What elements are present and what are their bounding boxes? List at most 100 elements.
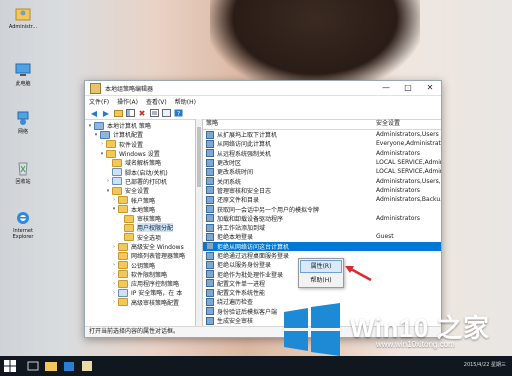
group-policy-task-icon[interactable]	[80, 359, 94, 373]
tree-node[interactable]: › 公钥策略	[85, 260, 195, 270]
expand-chevron-icon[interactable]: ›	[99, 141, 105, 147]
tree-node[interactable]: 网络列表管理器策略	[85, 251, 195, 260]
table-row[interactable]: 将工作站添加到域	[203, 223, 441, 232]
expand-chevron-icon[interactable]: ›	[111, 244, 117, 250]
file-explorer-icon[interactable]	[44, 359, 58, 373]
tree-node[interactable]: › 软件限制策略	[85, 270, 195, 279]
policy-item-icon	[206, 139, 214, 148]
tree-node[interactable]: › 应用程序控制策略	[85, 279, 195, 288]
tree-node[interactable]: › IP 安全策略，在 本	[85, 288, 195, 297]
taskbar-clock[interactable]: 2015/4/22 星期三	[464, 361, 506, 368]
policy-item-icon	[206, 279, 214, 288]
tree-node[interactable]: ▾ 安全设置	[85, 186, 195, 195]
help-icon[interactable]: ?	[173, 109, 183, 118]
desktop-icon-recycle-bin[interactable]: 回收站	[6, 160, 40, 185]
show-hide-tree-icon[interactable]	[125, 109, 135, 118]
tree-node[interactable]: › 高级审核策略配置	[85, 298, 195, 307]
expand-chevron-icon[interactable]: ›	[111, 290, 117, 296]
red-arrow-annotation	[345, 266, 372, 282]
expand-chevron-icon[interactable]: ▾	[99, 151, 105, 157]
policy-name-cell: 更改系统时间	[203, 167, 373, 176]
table-row[interactable]: 更改系统时间 LOCAL SERVICE,Admini...	[203, 167, 441, 176]
expand-chevron-icon[interactable]: ▾	[87, 123, 93, 129]
table-row[interactable]: 配置文件系统性能	[203, 288, 441, 297]
table-row[interactable]: 管理审核和安全日志 Administrators	[203, 186, 441, 195]
tree-node[interactable]: 域名解析策略	[85, 158, 195, 167]
tree-node[interactable]: › 软件设置	[85, 140, 195, 149]
delete-icon[interactable]: ✖	[137, 109, 147, 118]
tree-node-label: 帐户策略	[131, 197, 156, 205]
policy-item-icon	[206, 260, 214, 269]
menu-view[interactable]: 查看(V)	[146, 97, 167, 106]
policy-name: 将工作站添加到域	[217, 225, 266, 233]
table-row[interactable]: 更改时区 LOCAL SERVICE,Admini...	[203, 158, 441, 167]
expand-chevron-icon[interactable]: ▾	[111, 206, 117, 212]
expand-chevron-icon[interactable]: ›	[111, 281, 117, 287]
expand-chevron-icon[interactable]: ›	[111, 262, 117, 268]
tree-node-label: IP 安全策略，在 本	[131, 290, 183, 298]
internet-explorer-icon	[14, 210, 32, 226]
tree-scrollbar[interactable]	[196, 119, 203, 327]
table-row[interactable]: 还原文件和目录 Administrators,Backu...	[203, 195, 441, 204]
forward-icon[interactable]: ▶	[101, 109, 111, 118]
policy-sheet-icon	[112, 168, 122, 177]
desktop-icon-label: Internet Explorer	[12, 228, 34, 240]
policy-name-cell: 管理审核和安全日志	[203, 186, 373, 195]
expand-chevron-icon[interactable]: ›	[105, 178, 111, 184]
column-header-setting[interactable]: 安全设置	[373, 119, 400, 129]
expand-chevron-icon[interactable]: ▾	[93, 132, 99, 138]
policy-item-icon	[206, 177, 214, 186]
policy-item-icon	[206, 205, 214, 214]
tree-node[interactable]: ▾ 本地策略	[85, 205, 195, 214]
tree-node[interactable]: 安全选项	[85, 233, 195, 242]
tree-node[interactable]: ▾ Windows 设置	[85, 149, 195, 158]
desktop-icon-administrator[interactable]: Administr...	[6, 6, 40, 30]
table-row[interactable]: 拒绝从网络访问这台计算机	[203, 241, 441, 251]
table-row[interactable]: 从远程系统强制关机 Administrators	[203, 149, 441, 158]
security-setting-cell: Everyone,Administrat...	[376, 140, 441, 148]
scrollbar-thumb[interactable]	[197, 127, 201, 187]
expand-chevron-icon[interactable]: ›	[111, 299, 117, 305]
table-row[interactable]: 从扩展坞上取下计算机 Administrators,Users	[203, 130, 441, 139]
tree-node[interactable]: ▾ 计算机配置	[85, 130, 195, 139]
table-row[interactable]: 拒绝本地登录 Guest	[203, 232, 441, 241]
tree-node[interactable]: 用户权限分配	[85, 223, 195, 233]
expand-chevron-icon[interactable]: ▾	[105, 188, 111, 194]
table-row[interactable]: 从网络访问此计算机 Everyone,Administrat...	[203, 139, 441, 148]
export-list-icon[interactable]	[161, 109, 171, 118]
tree-node[interactable]: 审核策略	[85, 214, 195, 223]
properties-icon[interactable]	[149, 109, 159, 118]
tree-node[interactable]: › 高级安全 Windows	[85, 242, 195, 251]
tree-node[interactable]: ▾ 本地计算机 策略	[85, 121, 195, 130]
back-icon[interactable]: ◀	[89, 109, 99, 118]
expand-chevron-icon[interactable]: ›	[111, 271, 117, 277]
up-folder-icon[interactable]	[113, 109, 123, 118]
expand-chevron-icon[interactable]: ›	[111, 197, 117, 203]
title-bar[interactable]: 本地组策略编辑器 — □ ✕	[85, 81, 441, 96]
tree-node[interactable]: › 已部署的打印机	[85, 177, 195, 186]
desktop-icon-network[interactable]: 网络	[6, 110, 40, 135]
store-icon[interactable]	[62, 359, 76, 373]
policy-item-icon	[206, 316, 214, 325]
close-button[interactable]: ✕	[419, 81, 441, 95]
policy-item-icon	[206, 270, 214, 279]
table-row[interactable]: 加载和卸载设备驱动程序 Administrators	[203, 214, 441, 223]
desktop-icon-internet-explorer[interactable]: Internet Explorer	[6, 210, 40, 240]
context-menu-help[interactable]: 帮助(H)	[299, 274, 343, 287]
tree-node[interactable]: › 帐户策略	[85, 195, 195, 205]
menu-file[interactable]: 文件(F)	[89, 97, 109, 106]
tree-node[interactable]: 脚本(启动/关机)	[85, 167, 195, 177]
table-row[interactable]: 关闭系统 Administrators,Users,...	[203, 176, 441, 186]
task-view-icon[interactable]	[26, 359, 40, 373]
computer-icon	[14, 62, 32, 78]
menu-action[interactable]: 操作(A)	[117, 97, 138, 106]
network-icon	[14, 110, 32, 126]
column-header-policy[interactable]: 策略	[203, 119, 373, 129]
table-row[interactable]: 获取同一会话中另一个用户的模拟令牌	[203, 204, 441, 214]
context-menu-properties[interactable]: 属性(R)	[300, 260, 342, 273]
minimize-button[interactable]: —	[375, 81, 397, 95]
desktop-icon-this-pc[interactable]: 此电脑	[6, 62, 40, 87]
start-button[interactable]	[4, 360, 16, 372]
menu-help[interactable]: 帮助(H)	[175, 97, 196, 106]
maximize-button[interactable]: □	[397, 81, 419, 95]
